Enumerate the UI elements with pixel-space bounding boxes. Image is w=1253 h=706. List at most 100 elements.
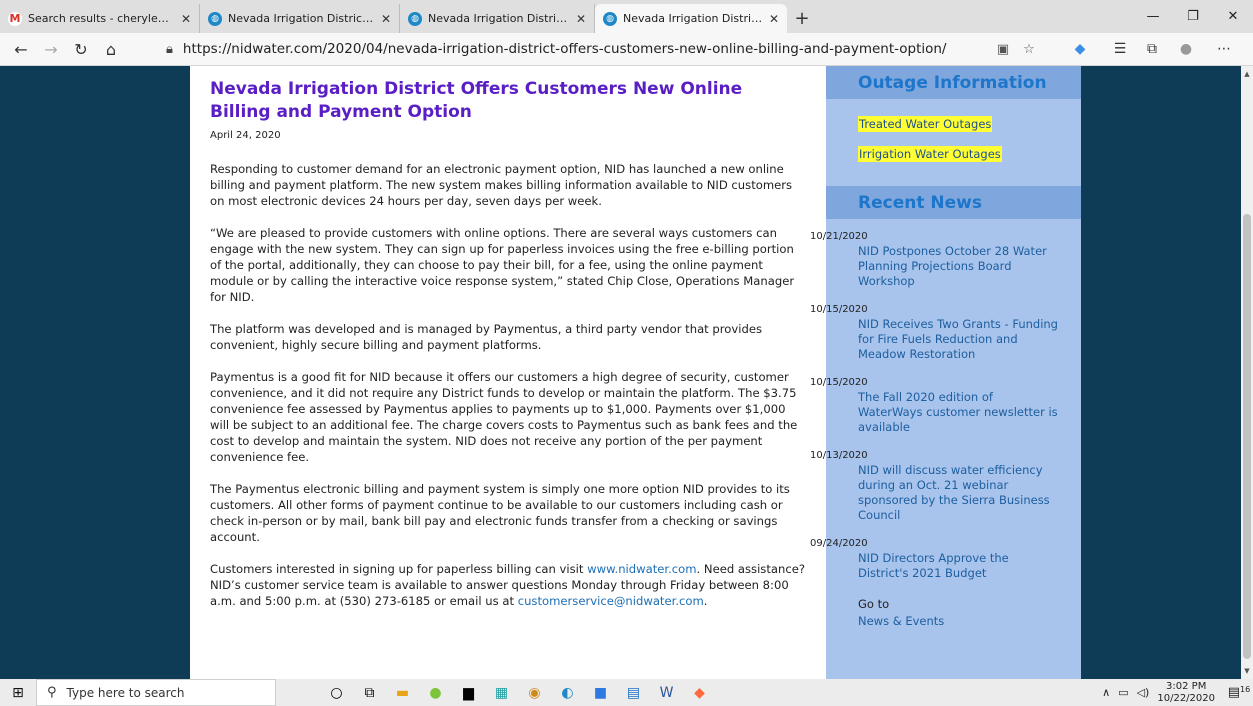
maximize-icon[interactable]: ❐	[1173, 0, 1213, 33]
collections-icon[interactable]: ⧉	[1140, 36, 1164, 62]
edge-browser-icon[interactable]: ◐	[551, 679, 584, 706]
windows-start-icon[interactable]: ⊞	[0, 679, 36, 706]
url-actions: ▣ ☆	[990, 36, 1042, 62]
article-paragraph: The platform was developed and is manage…	[210, 322, 762, 352]
news-link[interactable]: NID Postpones October 28 Water Planning …	[826, 244, 1081, 289]
close-window-icon[interactable]: ✕	[1213, 0, 1253, 33]
news-link[interactable]: The Fall 2020 edition of WaterWays custo…	[826, 390, 1081, 435]
nid-icon: ◍	[603, 11, 617, 26]
recent-news-heading: Recent News	[826, 186, 1081, 219]
profile-avatar-icon[interactable]: ●	[1174, 36, 1198, 62]
news-link[interactable]: NID will discuss water efficiency during…	[826, 463, 1081, 523]
news-item: 10/13/2020 NID will discuss water effici…	[810, 450, 1081, 523]
article-paragraph: Paymentus is a good fit for NID because …	[210, 370, 798, 464]
address-bar: ← → ↻ ⌂ 🔒︎ https://nidwater.com/2020/04/…	[0, 33, 1253, 66]
gmail-icon: M	[8, 11, 22, 26]
news-date: 10/13/2020	[810, 450, 868, 461]
notification-icon[interactable]: ▤ 16	[1225, 685, 1253, 700]
tab-label: Nevada Irrigation District » Press	[228, 12, 375, 25]
news-link[interactable]: NID Receives Two Grants - Funding for Fi…	[826, 317, 1081, 362]
news-item: 10/15/2020 The Fall 2020 edition of Wate…	[810, 377, 1081, 435]
favorites-icon[interactable]: ☰	[1108, 36, 1132, 62]
lock-icon: 🔒︎	[166, 41, 173, 57]
forward-icon[interactable]: →	[36, 34, 66, 64]
volume-icon[interactable]: ◁)	[1137, 686, 1150, 699]
minimize-icon[interactable]: —	[1133, 0, 1173, 33]
tab-label: Search results - cheryledell@gm	[28, 12, 175, 25]
article-title: Nevada Irrigation District Offers Custom…	[210, 79, 743, 122]
taskbar: ⊞ ⚲ Type here to search ○ ⧉ ▬ ● ▆ ▦ ◉ ◐ …	[0, 679, 1253, 706]
news-date: 10/15/2020	[810, 304, 868, 315]
app-icon[interactable]: ●	[419, 679, 452, 706]
page-scrollbar[interactable]: ▲ ▼	[1241, 66, 1253, 679]
calculator-icon[interactable]: ▦	[485, 679, 518, 706]
news-link[interactable]: NID Directors Approve the District's 202…	[826, 551, 1081, 581]
search-icon: ⚲	[47, 685, 57, 700]
article-content: Nevada Irrigation District Offers Custom…	[190, 66, 826, 679]
clock[interactable]: 3:02 PM 10/22/2020	[1157, 681, 1215, 705]
web-page: Nevada Irrigation District Offers Custom…	[0, 66, 1241, 679]
outage-links: Treated Water Outages Irrigation Water O…	[826, 99, 1081, 173]
clock-time: 3:02 PM	[1166, 680, 1207, 692]
news-list: 10/21/2020 NID Postpones October 28 Wate…	[810, 219, 1081, 630]
tab-article-active[interactable]: ◍ Nevada Irrigation District » Neva ✕	[595, 4, 787, 33]
news-item: 10/15/2020 NID Receives Two Grants - Fun…	[810, 304, 1081, 362]
news-date: 10/21/2020	[810, 231, 868, 242]
news-item: 10/21/2020 NID Postpones October 28 Wate…	[810, 231, 1081, 289]
taskbar-search[interactable]: ⚲ Type here to search	[36, 679, 276, 706]
system-tray: ∧ ▭ ◁) 3:02 PM 10/22/2020 ▤ 16	[1102, 679, 1253, 706]
paragraph-text: Customers interested in signing up for p…	[210, 562, 588, 576]
customer-service-email-link[interactable]: customerservice@nidwater.com	[518, 594, 704, 608]
news-date: 10/15/2020	[810, 377, 868, 388]
close-icon[interactable]: ✕	[576, 12, 586, 26]
outage-heading: Outage Information	[826, 66, 1081, 99]
close-icon[interactable]: ✕	[381, 12, 391, 26]
paragraph-text: .	[703, 594, 708, 608]
scroll-up-icon[interactable]: ▲	[1241, 68, 1253, 80]
irrigation-water-outages-link[interactable]: Irrigation Water Outages	[858, 146, 1002, 162]
reader-view-icon[interactable]: ▣	[990, 42, 1016, 57]
url-field[interactable]: 🔒︎ https://nidwater.com/2020/04/nevada-i…	[166, 36, 1016, 62]
nidwater-link[interactable]: www.nidwater.com	[587, 562, 696, 576]
nid-icon: ◍	[208, 11, 222, 26]
tab-about[interactable]: ◍ Nevada Irrigation District » Abou ✕	[400, 4, 595, 33]
news-events-link[interactable]: News & Events	[858, 613, 1081, 630]
back-icon[interactable]: ←	[6, 34, 36, 64]
taskbar-apps: ○ ⧉ ▬ ● ▆ ▦ ◉ ◐ ■ ▤ W ◆	[320, 679, 716, 706]
outlook-icon[interactable]: ▤	[617, 679, 650, 706]
zoom-icon[interactable]: ■	[584, 679, 617, 706]
network-icon[interactable]: ▭	[1118, 686, 1128, 699]
new-tab-icon[interactable]: +	[787, 4, 817, 33]
url-text: https://nidwater.com/2020/04/nevada-irri…	[182, 41, 947, 57]
extension-icon[interactable]: ◆	[1068, 36, 1092, 62]
tab-label: Nevada Irrigation District » Neva	[623, 12, 763, 25]
chevron-up-icon[interactable]: ∧	[1102, 686, 1110, 699]
goto-section: Go to News & Events	[826, 596, 1081, 630]
window-controls: — ❐ ✕	[1133, 0, 1253, 33]
home-icon[interactable]: ⌂	[96, 34, 126, 64]
word-icon[interactable]: W	[650, 679, 683, 706]
close-icon[interactable]: ✕	[769, 12, 779, 26]
store-icon[interactable]: ▆	[452, 679, 485, 706]
tab-press[interactable]: ◍ Nevada Irrigation District » Press ✕	[200, 4, 400, 33]
article-paragraph: Customers interested in signing up for p…	[210, 561, 806, 609]
article-date: April 24, 2020	[210, 130, 281, 141]
search-placeholder: Type here to search	[66, 685, 185, 700]
more-menu-icon[interactable]: ⋯	[1212, 36, 1236, 62]
paint-icon[interactable]: ◆	[683, 679, 716, 706]
basketball-icon[interactable]: ◉	[518, 679, 551, 706]
article-paragraph: The Paymentus electronic billing and pay…	[210, 482, 790, 544]
scrollbar-thumb[interactable]	[1243, 214, 1251, 659]
scroll-down-icon[interactable]: ▼	[1241, 665, 1253, 677]
refresh-icon[interactable]: ↻	[66, 34, 96, 64]
close-icon[interactable]: ✕	[181, 12, 191, 26]
file-explorer-icon[interactable]: ▬	[386, 679, 419, 706]
tab-gmail[interactable]: M Search results - cheryledell@gm ✕	[0, 4, 200, 33]
cortana-icon[interactable]: ○	[320, 679, 353, 706]
sidebar: Outage Information Treated Water Outages…	[810, 66, 1081, 679]
treated-water-outages-link[interactable]: Treated Water Outages	[858, 116, 993, 132]
favorite-star-icon[interactable]: ☆	[1016, 42, 1042, 57]
task-view-icon[interactable]: ⧉	[353, 679, 386, 706]
news-item: 09/24/2020 NID Directors Approve the Dis…	[810, 538, 1081, 581]
clock-date: 10/22/2020	[1157, 692, 1215, 704]
